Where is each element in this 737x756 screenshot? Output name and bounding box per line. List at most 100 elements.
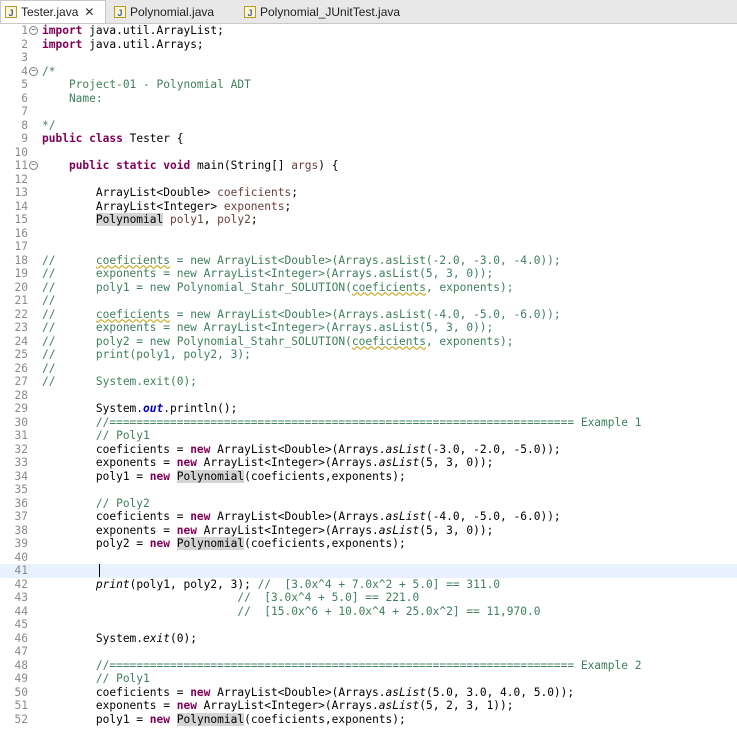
code-token: Tester { <box>122 132 184 145</box>
code-line[interactable]: 32 coeficients = new ArrayList<Double>(A… <box>0 443 737 457</box>
code-line[interactable]: 26 // <box>0 362 737 376</box>
code-line[interactable]: 38 exponents = new ArrayList<Integer>(Ar… <box>0 524 737 538</box>
code-line[interactable]: 3 <box>0 51 737 65</box>
code-line[interactable]: 27 // System.exit(0); <box>0 375 737 389</box>
code-token: java.util.ArrayList; <box>82 24 224 37</box>
code-text: // poly1 = new Polynomial_Stahr_SOLUTION… <box>30 281 737 295</box>
code-editor[interactable]: 1− import java.util.ArrayList; 2 import jav… <box>0 24 737 756</box>
code-line[interactable]: 15 Polynomial poly1, poly2; <box>0 213 737 227</box>
code-line[interactable]: 7 <box>0 105 737 119</box>
code-token: asList <box>378 699 420 712</box>
line-number: 34 <box>14 469 28 483</box>
code-token: main(String[] <box>190 159 292 172</box>
code-token: ArrayList<Integer>(Arrays. <box>196 699 379 712</box>
code-token: java.util.Arrays; <box>82 37 204 51</box>
line-number: 18 <box>14 253 28 267</box>
code-line[interactable]: 6 Name: <box>0 92 737 106</box>
line-number: 37 <box>14 510 28 523</box>
code-line[interactable]: 43 // [3.0x^4 + 5.0] == 221.0 <box>0 591 737 605</box>
code-line[interactable]: 50 coeficients = new ArrayList<Double>(A… <box>0 686 737 700</box>
code-line[interactable]: 49 // Poly1 <box>0 672 737 686</box>
code-line[interactable]: 35 <box>0 483 737 497</box>
code-line[interactable]: 19 // exponents = new ArrayList<Integer>(… <box>0 267 737 281</box>
code-line[interactable]: 2 import java.util.Arrays; <box>0 38 737 52</box>
code-line[interactable]: 25 // print(poly1, poly2, 3); <box>0 348 737 362</box>
code-token: ; <box>284 199 292 213</box>
code-line[interactable]: 39 poly2 = new Polynomial(coeficients,ex… <box>0 537 737 551</box>
line-number: 8 <box>21 118 28 132</box>
code-line[interactable]: 21 // <box>0 294 737 308</box>
code-line[interactable]: 30 //===================================… <box>0 416 737 430</box>
code-token: // poly1 = new Polynomial_Stahr_SOLUTION… <box>42 280 352 294</box>
code-line[interactable]: 14 ArrayList<Integer> exponents; <box>0 200 737 214</box>
code-text: System.exit(0); <box>30 632 737 646</box>
code-line[interactable]: 12 <box>0 173 737 187</box>
code-text: // Poly1 <box>30 672 737 686</box>
code-line[interactable]: 48 //===================================… <box>0 659 737 673</box>
code-line[interactable]: 4−/* <box>0 65 737 79</box>
line-number: 29 <box>14 402 28 415</box>
code-line[interactable]: 18// coeficients = new ArrayList<Double>… <box>0 254 737 268</box>
code-line[interactable]: 8 */ <box>0 119 737 133</box>
code-token: (5, 2, 3, 1)); <box>419 699 514 712</box>
line-number: 15 <box>14 213 28 226</box>
fold-toggle-icon[interactable]: − <box>29 26 38 35</box>
code-line[interactable]: 45 <box>0 618 737 632</box>
line-number: 43 <box>14 591 28 604</box>
line-number: 9 <box>21 132 28 145</box>
code-line[interactable]: 47 <box>0 645 737 659</box>
line-number: 7 <box>21 105 28 118</box>
code-line[interactable]: 13 ArrayList<Double> coeficients; <box>0 186 737 200</box>
code-line[interactable]: 33 exponents = new ArrayList<Integer>(Ar… <box>0 456 737 470</box>
code-token: exponents = <box>42 456 177 469</box>
code-token: exit <box>143 631 170 645</box>
line-number: 4 <box>21 64 28 78</box>
tab-polynomial-junittest-java[interactable]: J Polynomial_JUnitTest.java <box>240 1 440 23</box>
code-text: poly1 = new Polynomial(coeficients,expon… <box>30 469 737 484</box>
code-line[interactable]: 22// coeficients = new ArrayList<Double>… <box>0 308 737 322</box>
line-number: 2 <box>21 37 28 51</box>
code-line[interactable]: 11− public static void main(String[] arg… <box>0 159 737 173</box>
code-line[interactable]: 52 poly1 = new Polynomial(coeficients,ex… <box>0 712 737 727</box>
code-line[interactable]: 28 <box>0 389 737 403</box>
code-line[interactable]: 34 poly1 = new Polynomial(coeficients,ex… <box>0 469 737 484</box>
code-text: // poly2 = new Polynomial_Stahr_SOLUTION… <box>30 335 737 349</box>
code-text: ArrayList<Integer> exponents; <box>30 200 737 214</box>
code-line[interactable]: 10 <box>0 146 737 160</box>
line-number: 51 <box>14 699 28 712</box>
code-line[interactable]: 46 System.exit(0); <box>0 632 737 646</box>
code-token: // poly2 = new Polynomial_Stahr_SOLUTION… <box>42 334 352 348</box>
code-line[interactable]: 1− import java.util.ArrayList; <box>0 24 737 38</box>
code-line[interactable]: 51 exponents = new ArrayList<Integer>(Ar… <box>0 699 737 713</box>
code-token: , exponents); <box>425 280 514 294</box>
code-line[interactable]: 44 // [15.0x^6 + 10.0x^4 + 25.0x^2] == 1… <box>0 605 737 619</box>
code-line[interactable]: 16 <box>0 227 737 241</box>
code-line[interactable]: 36 // Poly2 <box>0 497 737 511</box>
code-line[interactable]: 17 <box>0 240 737 254</box>
code-token: new <box>176 699 197 712</box>
java-file-icon: J <box>244 6 256 18</box>
code-line[interactable]: 5 Project-01 - Polynomial ADT <box>0 78 737 92</box>
line-number: 27 <box>14 375 28 388</box>
code-line[interactable]: 40 <box>0 551 737 565</box>
code-line[interactable]: 41 <box>0 564 737 578</box>
code-line[interactable]: 9 public class Tester { <box>0 132 737 146</box>
close-icon[interactable]: ✕ <box>84 5 94 19</box>
tab-polynomial-java[interactable]: J Polynomial.java <box>110 1 240 23</box>
code-line[interactable]: 24 // poly2 = new Polynomial_Stahr_SOLUTI… <box>0 335 737 349</box>
code-line[interactable]: 23 // exponents = new ArrayList<Integer>(… <box>0 321 737 335</box>
code-token: poly2 <box>217 213 251 226</box>
code-line[interactable]: 29 System.out.println(); <box>0 402 737 416</box>
code-line[interactable]: 20 // poly1 = new Polynomial_Stahr_SOLUTI… <box>0 281 737 295</box>
tab-tester-java[interactable]: J Tester.java ✕ <box>0 0 106 23</box>
code-line[interactable]: 42 print(poly1, poly2, 3); // [3.0x^4 + … <box>0 578 737 592</box>
fold-toggle-icon[interactable]: − <box>29 66 38 76</box>
code-line[interactable]: 37 coeficients = new ArrayList<Double>(A… <box>0 510 737 524</box>
code-token: //======================================… <box>42 415 642 429</box>
code-line[interactable]: 31 // Poly1 <box>0 429 737 443</box>
code-token: poly1 = <box>42 712 150 726</box>
fold-toggle-icon[interactable]: − <box>29 161 38 170</box>
